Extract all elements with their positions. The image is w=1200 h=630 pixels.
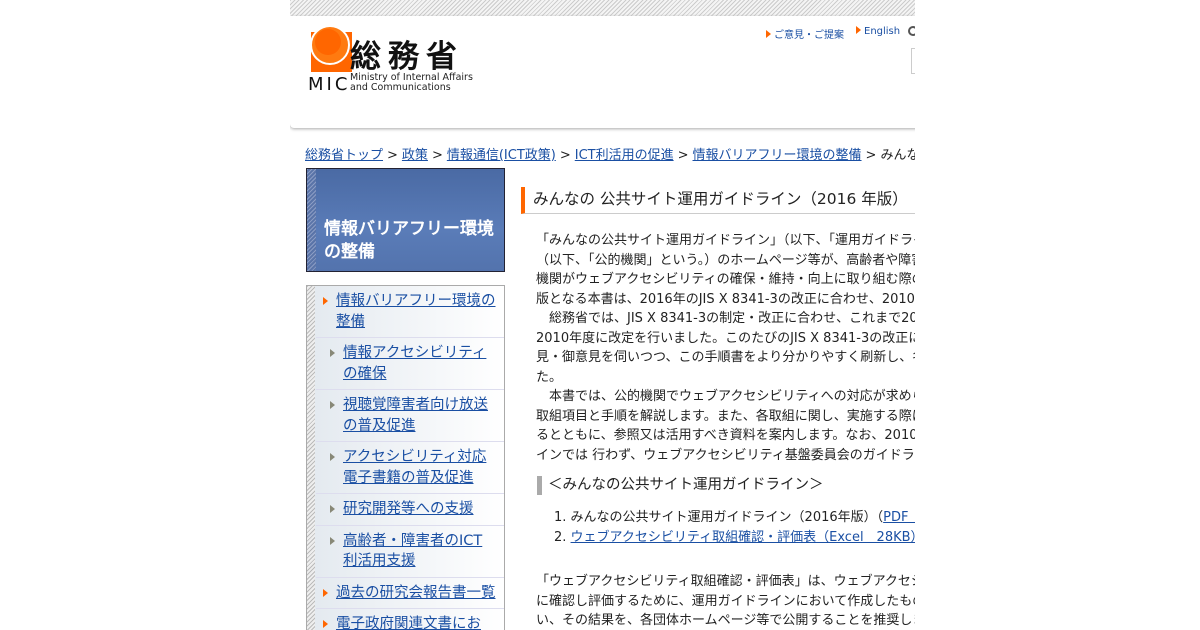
sidebar-item[interactable]: アクセシビリティ対応電子書籍の普及促進 <box>316 442 504 494</box>
sidebar-item[interactable]: 電子政府関連文書にお <box>316 609 504 630</box>
top-stripe <box>290 0 915 16</box>
note-text: 「ウェブアクセシビリティ取組確認・評価表」は、ウェブアクセシビリティ に確認し評… <box>536 572 915 630</box>
text-line: 見・御意見を伺いつつ、この手順書をより分かりやすく刷新し、名称も <box>536 350 915 365</box>
sidebar-link[interactable]: アクセシビリティ対応電子書籍の普及促進 <box>343 449 486 486</box>
sidebar-link[interactable]: 情報バリアフリー環境の整備 <box>336 293 496 330</box>
breadcrumb-link[interactable]: 政策 <box>402 148 428 163</box>
item-number: 2. <box>554 529 567 545</box>
text-line: 総務省では、JIS X 8341-3の制定・改正に合わせ、これまで2005年 <box>536 311 915 326</box>
arrow-icon <box>330 349 335 357</box>
document-item: 2. ウェブアクセシビリティ取組確認・評価表（Excel 28KB） <box>554 528 915 548</box>
sidebar-link[interactable]: 視聴覚障害者向け放送の普及促進 <box>343 397 488 434</box>
logo-en-line: and Communications <box>350 82 451 93</box>
pdf-link[interactable]: PDF 3.5MB <box>883 510 915 525</box>
logo-abbr: MIC <box>308 74 351 95</box>
text-line: た。 <box>536 369 563 385</box>
sidebar-nav: 情報バリアフリー環境の整備 情報アクセシビリティの確保 視聴覚障害者向け放送の普… <box>306 285 505 630</box>
text-line: るとともに、参照又は活用すべき資料を案内します。なお、2010年度 <box>536 428 915 443</box>
arrow-icon <box>323 297 328 305</box>
text-line: 本書では、公的機関でウェブアクセシビリティへの対応が求められ <box>536 389 915 404</box>
breadcrumb-link[interactable]: 総務省トップ <box>305 148 383 163</box>
sidebar-item[interactable]: 過去の研究会報告書一覧 <box>316 578 504 609</box>
intro-text: 「みんなの公共サイト運用ガイドライン」（以下、「運用ガイドライン」」 （以下、「… <box>536 231 915 465</box>
document-item: 1. みんなの公共サイト運用ガイドライン（2016年版）（PDF 3.5MB <box>554 508 915 528</box>
sidebar-link[interactable]: 研究開発等への支援 <box>343 501 474 517</box>
feedback-link[interactable]: ご意見・ご提案 <box>766 26 844 41</box>
text-line: 「みんなの公共サイト運用ガイドライン」（以下、「運用ガイドライン」」 <box>536 233 915 248</box>
text-line: 2010年度に改定を行いました。このたびのJIS X 8341-3の改正に合 <box>536 330 915 346</box>
excel-link[interactable]: ウェブアクセシビリティ取組確認・評価表（Excel 28KB） <box>571 530 915 545</box>
breadcrumb-link[interactable]: ICT利活用の促進 <box>575 148 674 163</box>
sidebar-item[interactable]: 情報バリアフリー環境の整備 <box>316 286 504 338</box>
arrow-icon <box>323 588 328 597</box>
breadcrumb-current: みんなの公共サイト運用ガイドライン（2016年版） <box>880 148 915 163</box>
mic-logo-icon <box>311 26 352 72</box>
text-line: 機関がウェブアクセシビリティの確保・維持・向上に取り組む際の取組 <box>536 272 915 287</box>
breadcrumb-link[interactable]: 情報バリアフリー環境の整備 <box>693 148 862 163</box>
document-list: 1. みんなの公共サイト運用ガイドライン（2016年版）（PDF 3.5MB 2… <box>554 508 915 547</box>
search-input[interactable] <box>911 48 915 74</box>
text-line: 「ウェブアクセシビリティ取組確認・評価表」は、ウェブアクセシビリティ <box>536 574 915 589</box>
text-line: い、その結果を、各団体ホームページ等で公開することを推奨します <box>536 613 915 628</box>
sidebar-item[interactable]: 情報アクセシビリティの確保 <box>316 338 504 390</box>
arrow-icon <box>330 505 335 513</box>
sidebar-link[interactable]: 情報アクセシビリティの確保 <box>343 345 486 382</box>
sidebar-item[interactable]: 視聴覚障害者向け放送の普及促進 <box>316 390 504 442</box>
section-heading: ＜みんなの公共サイト運用ガイドライン＞ <box>537 476 824 495</box>
logo-english: Ministry of Internal Affairs and Communi… <box>350 73 473 93</box>
item-number: 1. <box>554 510 567 525</box>
text-line: 版となる本書は、2016年のJIS X 8341-3の改正に合わせ、2010年度 <box>536 291 915 307</box>
search-radio[interactable] <box>908 26 915 36</box>
sidebar-item[interactable]: 高齢者・障害者のICT利活用支援 <box>316 526 504 578</box>
arrow-icon <box>330 453 335 461</box>
text-line: に確認し評価するために、運用ガイドラインにおいて作成したもので <box>536 593 915 609</box>
site-header: 総務省 MIC Ministry of Internal Affairs and… <box>290 16 915 128</box>
sidebar-link[interactable]: 過去の研究会報告書一覧 <box>336 585 496 601</box>
english-link[interactable]: English <box>856 26 900 37</box>
text-line: インでは 行わず、ウェブアクセシビリティ基盤委員会のガイドライン等 <box>536 447 915 463</box>
sidebar-item[interactable]: 研究開発等への支援 <box>316 494 504 526</box>
document-title: みんなの公共サイト運用ガイドライン（2016年版）（ <box>570 510 884 525</box>
text-line: 取組項目と手順を解説します。また、各取組に関し、実施する際に重 <box>536 408 915 424</box>
arrow-icon <box>323 620 328 628</box>
sidebar-heading: 情報バリアフリー環境の整備 <box>306 168 505 272</box>
text-line: （以下、「公的機関」という。）のホームページ等が、高齢者や障害者を <box>536 252 915 268</box>
breadcrumb-link[interactable]: 情報通信(ICT政策) <box>447 148 556 163</box>
page: 総務省 MIC Ministry of Internal Affairs and… <box>290 0 915 630</box>
page-title: みんなの 公共サイト運用ガイドライン（2016 年版） <box>521 187 915 214</box>
sidebar-link[interactable]: 高齢者・障害者のICT利活用支援 <box>343 533 482 570</box>
logo-text: 総務省 <box>350 39 464 75</box>
breadcrumb: 総務省トップ > 政策 > 情報通信(ICT政策) > ICT利活用の促進 > 情報バリアフリー… <box>305 144 915 163</box>
arrow-icon <box>330 536 335 545</box>
arrow-icon <box>330 401 335 409</box>
sidebar-link[interactable]: 電子政府関連文書にお <box>336 616 481 630</box>
